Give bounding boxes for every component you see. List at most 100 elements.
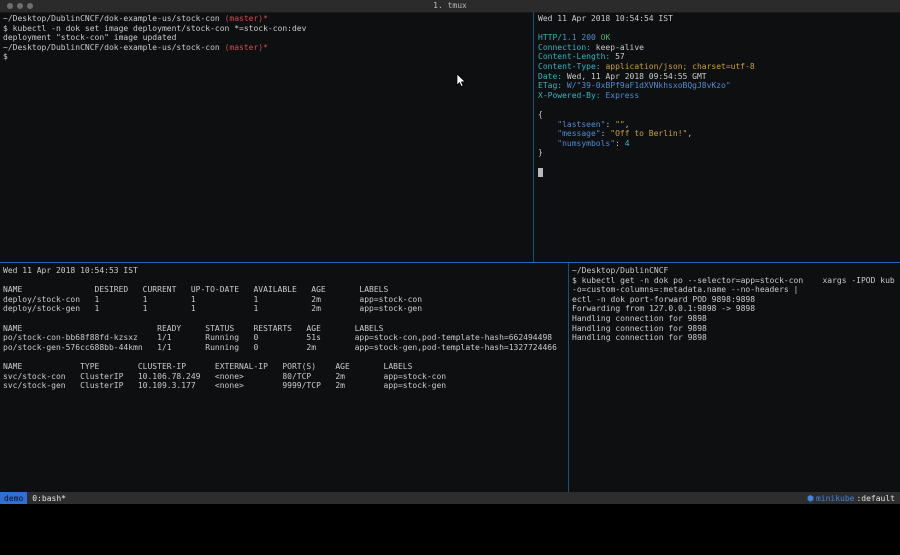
- terminal-line: "lastseen": "",: [538, 120, 898, 130]
- terminal-line: ~/Desktop/DublinCNCF/dok-example-us/stoc…: [3, 43, 531, 53]
- terminal-line: "numsymbols": 4: [538, 139, 898, 149]
- terminal-line: [538, 100, 898, 110]
- pane-divider-vertical-top[interactable]: [533, 12, 534, 262]
- text-segment: po/stock-con-bb68f88fd-kzsxz 1/1 Running…: [3, 333, 552, 342]
- terminal-line: po/stock-con-bb68f88fd-kzsxz 1/1 Running…: [3, 333, 565, 343]
- text-segment: 200: [581, 33, 595, 42]
- terminal-line: deployment "stock-con" image updated: [3, 33, 531, 43]
- tmux-pane-top-left[interactable]: ~/Desktop/DublinCNCF/dok-example-us/stoc…: [3, 14, 531, 260]
- terminal-line: Handling connection for 9898: [572, 333, 898, 343]
- terminal-line: deploy/stock-gen 1 1 1 1 2m app=stock-ge…: [3, 304, 565, 314]
- text-segment: 1.1: [562, 33, 576, 42]
- terminal-line: NAME READY STATUS RESTARTS AGE LABELS: [3, 324, 565, 334]
- text-segment: ,: [687, 129, 692, 138]
- kube-context-name: minikube: [816, 494, 855, 503]
- terminal-line: [3, 352, 565, 362]
- text-segment: [538, 120, 557, 129]
- terminal-line: Handling connection for 9898: [572, 314, 898, 324]
- terminal-line: NAME TYPE CLUSTER-IP EXTERNAL-IP PORT(S)…: [3, 362, 565, 372]
- terminal-line: "message": "Off to Berlin!",: [538, 129, 898, 139]
- text-segment: (master): [225, 43, 264, 52]
- tmux-pane-bottom-right[interactable]: ~/Desktop/DublinCNCF$ kubectl get -n dok…: [572, 266, 898, 490]
- terminal-window: 1. tmux ~/Desktop/DublinCNCF/dok-example…: [0, 0, 900, 504]
- text-segment: }: [538, 148, 543, 157]
- terminal-line: Date: Wed, 11 Apr 2018 09:54:55 GMT: [538, 72, 898, 82]
- text-segment: deploy/stock-con 1 1 1 1 2m app=stock-co…: [3, 295, 422, 304]
- text-segment: $ kubectl -n dok set image deployment/st…: [3, 24, 306, 33]
- text-segment: NAME DESIRED CURRENT UP-TO-DATE AVAILABL…: [3, 285, 388, 294]
- text-segment: application/json; charset=utf-8: [601, 62, 755, 71]
- terminal-line: Connection: keep-alive: [538, 43, 898, 53]
- terminal-line: X-Powered-By: Express: [538, 91, 898, 101]
- text-segment: *: [263, 43, 268, 52]
- tmux-status-bar: demo 0:bash* ⬢ minikube :default: [0, 492, 900, 504]
- text-segment: {: [538, 110, 543, 119]
- kube-namespace: :default: [856, 494, 895, 503]
- text-segment: ~/Desktop/DublinCNCF/dok-example-us/stoc…: [3, 43, 225, 52]
- text-segment: $ kubectl get -n dok po --selector=app=s…: [572, 276, 895, 285]
- terminal-line: $: [3, 52, 531, 62]
- terminal-line: [538, 158, 898, 168]
- terminal-line: NAME DESIRED CURRENT UP-TO-DATE AVAILABL…: [3, 285, 565, 295]
- tmux-pane-top-right[interactable]: Wed 11 Apr 2018 10:54:54 IST HTTP/1.1 20…: [538, 14, 898, 260]
- terminal-line: Wed 11 Apr 2018 10:54:54 IST: [538, 14, 898, 24]
- terminal-line: po/stock-gen-576cc688bb-44kmn 1/1 Runnin…: [3, 343, 565, 353]
- text-segment: ectl -n dok port-forward POD 9898:9898: [572, 295, 755, 304]
- text-segment: Handling connection for 9898: [572, 333, 707, 342]
- text-segment: "numsymbols": [557, 139, 615, 148]
- tmux-pane-bottom-left[interactable]: Wed 11 Apr 2018 10:54:53 IST NAME DESIRE…: [3, 266, 565, 490]
- pane-divider-vertical-bottom[interactable]: [568, 263, 569, 492]
- terminal-line: [538, 168, 898, 178]
- text-segment: X-Powered-By:: [538, 91, 601, 100]
- terminal-line: [3, 314, 565, 324]
- text-segment: Content-Type:: [538, 62, 601, 71]
- pane-divider-horizontal[interactable]: [0, 262, 900, 263]
- terminal-line: }: [538, 148, 898, 158]
- status-right: ⬢ minikube :default: [807, 494, 900, 503]
- window-list-item-bash[interactable]: 0:bash*: [27, 494, 71, 503]
- text-segment: ~/Desktop/DublinCNCF/dok-example-us/stoc…: [3, 14, 225, 23]
- text-segment: Handling connection for 9898: [572, 314, 707, 323]
- terminal-line: deploy/stock-con 1 1 1 1 2m app=stock-co…: [3, 295, 565, 305]
- text-segment: svc/stock-con ClusterIP 10.106.78.249 <n…: [3, 372, 446, 381]
- text-segment: Handling connection for 9898: [572, 324, 707, 333]
- terminal-line: svc/stock-gen ClusterIP 10.109.3.177 <no…: [3, 381, 565, 391]
- terminal-line: ectl -n dok port-forward POD 9898:9898: [572, 295, 898, 305]
- terminal-line: Wed 11 Apr 2018 10:54:53 IST: [3, 266, 565, 276]
- text-segment: :: [601, 129, 611, 138]
- kubernetes-context-icon: ⬢: [807, 494, 814, 503]
- window-titlebar: 1. tmux: [0, 0, 900, 13]
- text-segment: ,: [625, 120, 630, 129]
- terminal-line: ~/Desktop/DublinCNCF: [572, 266, 898, 276]
- text-segment: :: [605, 120, 615, 129]
- text-segment: $: [3, 52, 13, 61]
- text-segment: -o=custom-columns=:metadata.name --no-he…: [572, 285, 798, 294]
- terminal-line: [3, 276, 565, 286]
- text-segment: Wed 11 Apr 2018 10:54:53 IST: [3, 266, 138, 275]
- terminal-line: [538, 24, 898, 34]
- text-segment: 4: [625, 139, 630, 148]
- text-segment: deployment "stock-con" image updated: [3, 33, 176, 42]
- text-segment: "message": [557, 129, 600, 138]
- terminal-line: Content-Length: 57: [538, 52, 898, 62]
- terminal-line: $ kubectl get -n dok po --selector=app=s…: [572, 276, 898, 286]
- text-segment: ~/Desktop/DublinCNCF: [572, 266, 668, 275]
- text-segment: Express: [601, 91, 640, 100]
- terminal-line: HTTP/1.1 200 OK: [538, 33, 898, 43]
- text-segment: Date:: [538, 72, 562, 81]
- text-segment: Wed, 11 Apr 2018 09:54:55 GMT: [562, 72, 707, 81]
- terminal-line: Forwarding from 127.0.0.1:9898 -> 9898: [572, 304, 898, 314]
- text-segment: "": [615, 120, 625, 129]
- text-segment: po/stock-gen-576cc688bb-44kmn 1/1 Runnin…: [3, 343, 557, 352]
- terminal-line: $ kubectl -n dok set image deployment/st…: [3, 24, 531, 34]
- text-segment: NAME TYPE CLUSTER-IP EXTERNAL-IP PORT(S)…: [3, 362, 412, 371]
- terminal-line: svc/stock-con ClusterIP 10.106.78.249 <n…: [3, 372, 565, 382]
- text-segment: Forwarding from 127.0.0.1:9898 -> 9898: [572, 304, 755, 313]
- text-segment: (master): [225, 14, 264, 23]
- text-segment: deploy/stock-gen 1 1 1 1 2m app=stock-ge…: [3, 304, 422, 313]
- terminal-line: ~/Desktop/DublinCNCF/dok-example-us/stoc…: [3, 14, 531, 24]
- text-segment: 57: [610, 52, 624, 61]
- text-segment: keep-alive: [591, 43, 644, 52]
- text-segment: Connection:: [538, 43, 591, 52]
- text-segment: *: [263, 14, 268, 23]
